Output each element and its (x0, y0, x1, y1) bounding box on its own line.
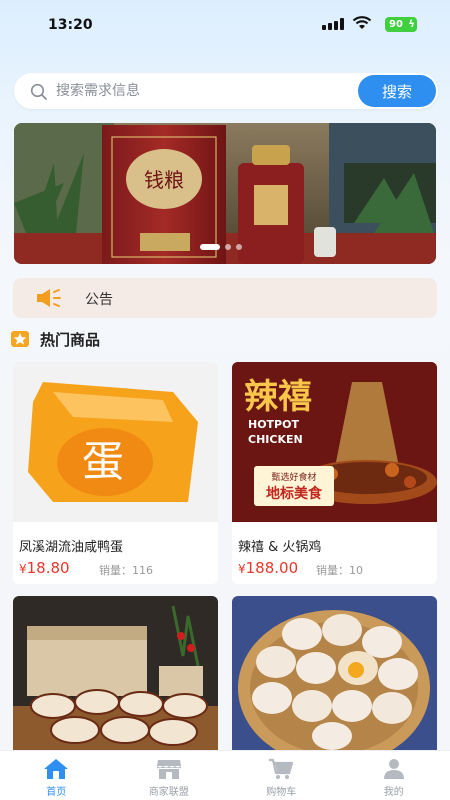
product-image: 蛋 (13, 362, 218, 522)
battery-icon: 90 ϟ (385, 17, 417, 32)
signal-icon (322, 18, 344, 30)
tab-merchant-alliance[interactable]: 商家联盟 (113, 751, 226, 800)
tab-label: 购物车 (266, 787, 297, 798)
hotpot-tag2: 地标美食 (266, 485, 323, 502)
star-icon (11, 331, 29, 347)
product-name: 凤溪湖流油咸鸭蛋 (19, 540, 124, 555)
tab-label: 首页 (46, 787, 67, 798)
currency-symbol: ¥ (19, 562, 27, 576)
currency-symbol: ¥ (238, 562, 246, 576)
wifi-icon (352, 16, 372, 29)
tab-cart[interactable]: 购物车 (225, 751, 338, 800)
product-price: ¥188.00 (238, 559, 298, 577)
search-input[interactable] (56, 73, 356, 109)
notice-bar[interactable]: 公告 (13, 278, 437, 318)
tab-mine[interactable]: 我的 (338, 751, 450, 800)
product-card[interactable]: 辣禧 HOTPOT CHICKEN 甄选好食材 地标美食 辣禧 & 火锅鸡 ¥1… (232, 362, 437, 584)
sales-count: 10 (349, 564, 363, 577)
banner-label: 钱粮 (144, 168, 184, 192)
hotpot-en2: CHICKEN (248, 433, 303, 446)
search-bar: 搜索 (14, 73, 438, 109)
bottom-tab-bar: 首页 商家联盟 购物车 我的 (0, 750, 450, 800)
store-icon (156, 760, 181, 779)
product-name: 辣禧 & 火锅鸡 (238, 540, 322, 555)
status-time: 13:20 (48, 17, 93, 33)
carousel-dot[interactable] (236, 244, 242, 250)
product-price: ¥18.80 (19, 559, 70, 577)
battery-level: 90 (389, 19, 403, 30)
megaphone-icon (37, 289, 61, 307)
product-card[interactable] (13, 596, 218, 756)
hotpot-tag1: 甄选好食材 (271, 471, 316, 483)
package-char: 蛋 (82, 437, 124, 486)
user-icon (383, 759, 404, 779)
hotpot-title: 辣禧 (244, 377, 312, 417)
search-button[interactable]: 搜索 (358, 75, 436, 107)
product-card[interactable] (232, 596, 437, 756)
product-sales: 销量：116 (99, 562, 153, 578)
notice-label: 公告 (85, 292, 113, 308)
banner-carousel[interactable]: 钱粮 (14, 123, 436, 264)
carousel-indicator (200, 244, 242, 250)
search-icon (30, 83, 47, 100)
carousel-dot[interactable] (200, 244, 220, 250)
section-title: 热门商品 (40, 331, 101, 349)
tab-label: 我的 (383, 787, 404, 798)
sales-count: 116 (132, 564, 153, 577)
home-icon (44, 759, 69, 779)
product-sales: 销量：10 (316, 562, 363, 578)
sales-label: 销量： (316, 564, 349, 577)
banner-image: 钱粮 (14, 123, 436, 264)
product-image (13, 596, 218, 756)
tab-home[interactable]: 首页 (0, 751, 113, 800)
cart-icon (269, 758, 294, 779)
price-value: 18.80 (26, 559, 70, 577)
product-image: 辣禧 HOTPOT CHICKEN 甄选好食材 地标美食 (232, 362, 437, 522)
status-bar: 13:20 90 ϟ (0, 0, 450, 50)
hotpot-en1: HOTPOT (248, 418, 299, 431)
product-image (232, 596, 437, 756)
price-value: 188.00 (245, 559, 299, 577)
product-card[interactable]: 蛋 凤溪湖流油咸鸭蛋 ¥18.80 销量：116 (13, 362, 218, 584)
carousel-dot[interactable] (225, 244, 231, 250)
tab-label: 商家联盟 (148, 787, 189, 798)
sales-label: 销量： (99, 564, 132, 577)
